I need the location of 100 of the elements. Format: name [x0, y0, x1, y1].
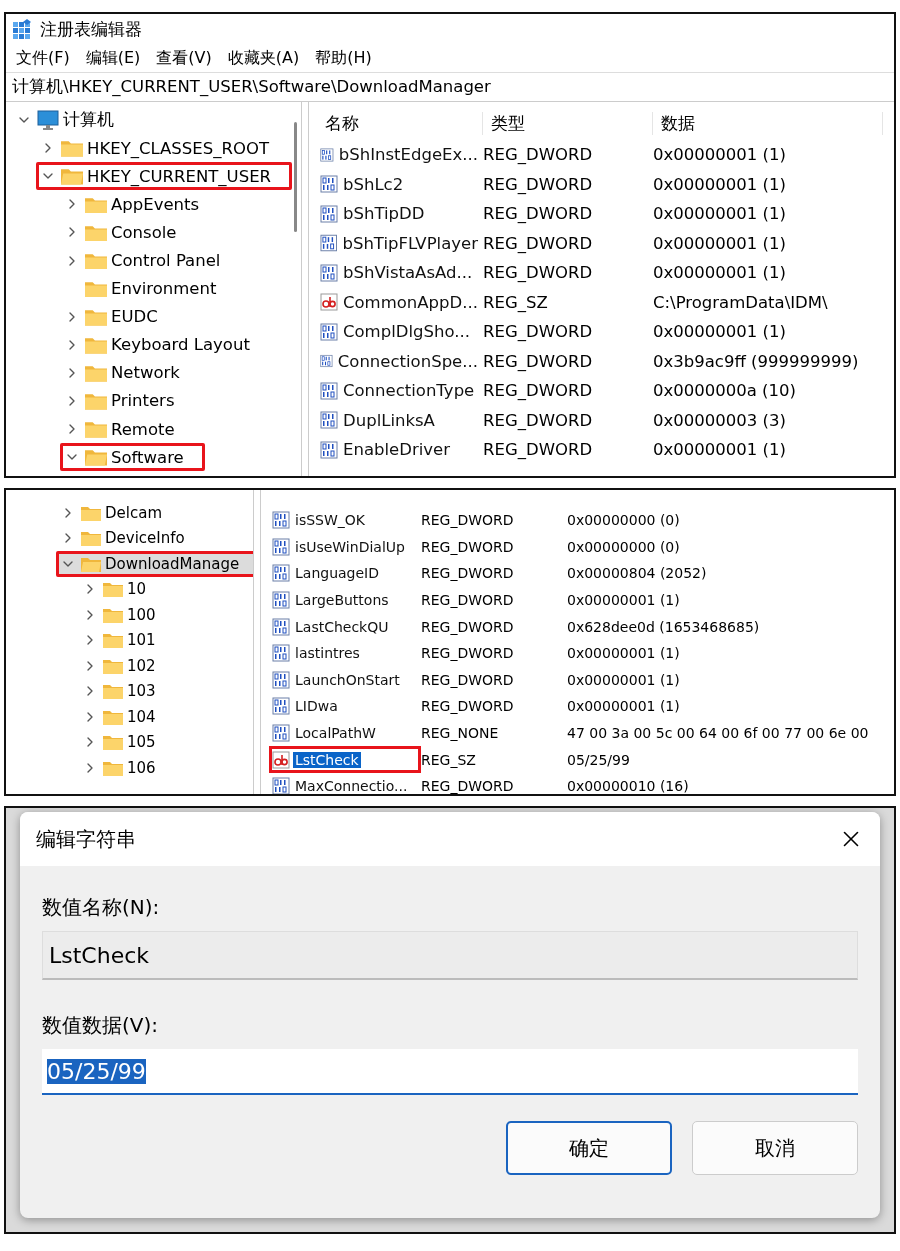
table-cell[interactable]: LocalPathW — [269, 719, 421, 747]
table-cell: 0x00000001 (1) — [653, 440, 786, 460]
folder-icon — [61, 139, 83, 157]
menu-item[interactable]: 查看(V) — [150, 47, 218, 69]
value-name[interactable]: bShTipFLVPlayer — [340, 233, 480, 253]
dialog-button[interactable]: 确定 — [506, 1121, 672, 1175]
menu-item[interactable]: 收藏夹(A) — [221, 47, 306, 69]
tree-item[interactable]: Remote — [60, 415, 182, 444]
table-cell[interactable]: CommonAppD... — [317, 287, 483, 317]
table-cell[interactable]: LIDwa — [269, 693, 421, 720]
table-cell[interactable]: ConnectionSpe... — [317, 346, 483, 376]
folder-icon — [103, 708, 123, 725]
table-cell-text: REG_DWORD — [483, 410, 594, 430]
column-header[interactable]: 类型 — [483, 111, 653, 135]
tree-item[interactable]: 101 — [78, 627, 163, 653]
tree-item[interactable]: 10 — [78, 576, 154, 602]
menu-item[interactable]: 文件(F) — [10, 47, 76, 69]
value-name[interactable]: isSSW_OK — [293, 512, 367, 529]
table-cell: 0x00000001 (1) — [653, 322, 786, 342]
address-bar[interactable]: 计算机\HKEY_CURRENT_USER\Software\DownloadManager — [6, 72, 894, 102]
value-name[interactable]: LocalPathW — [293, 725, 378, 742]
table-cell[interactable]: isUseWinDialUp — [269, 533, 421, 561]
column-header[interactable]: 名称 — [317, 111, 483, 135]
table-cell-text: REG_DWORD — [421, 565, 515, 582]
tree-item[interactable]: 106 — [78, 755, 163, 781]
table-cell[interactable]: LaunchOnStart — [269, 666, 421, 694]
table-cell[interactable]: LargeButtons — [269, 586, 421, 614]
table-cell[interactable]: bShTipFLVPlayer — [317, 228, 483, 258]
selected-text[interactable]: 05/25/99 — [47, 1058, 146, 1084]
table-cell[interactable]: bShVistaAsAd... — [317, 258, 483, 288]
table-cell: 0x00000003 (3) — [653, 410, 786, 430]
table-cell-text: REG_DWORD — [483, 263, 594, 283]
value-name[interactable]: bShTipDD — [341, 204, 427, 224]
table-cell-text: REG_SZ — [483, 292, 549, 312]
value-name[interactable]: EnableDriver — [341, 440, 452, 460]
table-cell[interactable]: lastintres — [269, 639, 421, 667]
table-cell-text: REG_DWORD — [483, 174, 594, 194]
value-name[interactable]: ConnectionType — [341, 381, 477, 401]
tree-item[interactable]: Keyboard Layout — [60, 330, 257, 359]
tree-item[interactable]: Network — [60, 358, 187, 387]
table-cell[interactable]: bShInstEdgeEx... — [317, 140, 483, 170]
tree-item[interactable]: EUDC — [60, 302, 165, 331]
value-name[interactable]: LargeButtons — [293, 592, 391, 609]
value-name[interactable]: bShVistaAsAd... — [341, 263, 475, 283]
menu-item[interactable]: 编辑(E) — [79, 47, 147, 69]
value-name[interactable]: ComplDlgSho... — [341, 322, 472, 342]
table-cell: 0x00000001 (1) — [567, 592, 680, 609]
tree-item[interactable]: 计算机 — [12, 106, 121, 135]
table-cell[interactable]: DuplLinksA — [317, 405, 483, 435]
tree-item[interactable]: AppEvents — [60, 190, 207, 219]
binary-value-icon — [272, 511, 290, 530]
column-header[interactable]: 数据 — [653, 111, 883, 135]
menu-item[interactable]: 帮助(H) — [309, 47, 378, 69]
table-cell[interactable]: bShTipDD — [317, 199, 483, 229]
tree-item[interactable]: DownloadManage — [56, 551, 253, 577]
table-cell[interactable]: ComplDlgSho... — [317, 317, 483, 347]
tree-item[interactable]: 105 — [78, 729, 163, 755]
tree-item[interactable]: HKEY_CLASSES_ROOT — [36, 134, 276, 163]
table-cell: 0x00000001 (1) — [567, 698, 680, 715]
table-cell[interactable]: ConnectionType — [317, 376, 483, 406]
table-cell[interactable]: LstCheck — [269, 746, 421, 773]
value-name[interactable]: bShLc2 — [341, 174, 406, 194]
tree-item[interactable]: 103 — [78, 678, 163, 704]
tree-item[interactable]: 104 — [78, 704, 163, 730]
input-field[interactable]: 05/25/99 — [42, 1049, 858, 1095]
value-name[interactable]: ConnectionSpe... — [335, 351, 480, 371]
table-cell[interactable]: LanguageID — [269, 560, 421, 587]
value-name[interactable]: CommonAppD... — [341, 292, 480, 312]
tree-item[interactable]: Printers — [60, 386, 182, 416]
tree-item[interactable]: 102 — [78, 653, 163, 679]
table-cell[interactable]: isSSW_OK — [269, 507, 421, 534]
tree-item[interactable]: Delcam — [56, 500, 169, 526]
value-name[interactable]: lastintres — [293, 645, 362, 662]
tree-item[interactable]: DeviceInfo — [56, 525, 192, 551]
dialog-button[interactable]: 取消 — [692, 1121, 858, 1175]
value-name[interactable]: bShInstEdgeEx... — [336, 145, 480, 165]
value-name[interactable]: LastCheckQU — [293, 618, 391, 635]
value-name[interactable]: DuplLinksA — [341, 410, 437, 430]
value-name[interactable]: MaxConnectio... — [293, 778, 410, 794]
value-name[interactable]: isUseWinDialUp — [293, 538, 407, 555]
table-cell-text: REG_DWORD — [483, 145, 594, 165]
table-cell[interactable]: EnableDriver — [317, 435, 483, 465]
tree-item[interactable]: 100 — [78, 602, 163, 628]
table-cell[interactable]: bShLc2 — [317, 169, 483, 199]
tree-item[interactable]: Environment — [60, 274, 224, 303]
tree-item[interactable]: Control Panel — [60, 246, 228, 275]
input-field[interactable]: LstCheck — [42, 931, 858, 980]
table-cell-text: REG_DWORD — [421, 538, 515, 555]
value-name[interactable]: LaunchOnStart — [293, 671, 402, 688]
table-cell[interactable]: MaxConnectio... — [269, 772, 421, 794]
table-cell-text: REG_DWORD — [483, 233, 594, 253]
value-name[interactable]: LIDwa — [293, 698, 340, 715]
table-cell: 0x628dee0d (1653468685) — [567, 618, 760, 635]
value-name[interactable]: LanguageID — [293, 565, 381, 582]
tree-item[interactable]: HKEY_CURRENT_USER — [36, 162, 293, 191]
tree-item[interactable]: Console — [60, 218, 184, 247]
tree-item[interactable]: Software — [60, 443, 205, 472]
scrollbar[interactable] — [294, 122, 297, 232]
value-name[interactable]: LstCheck — [293, 751, 361, 768]
table-cell[interactable]: LastCheckQU — [269, 613, 421, 640]
